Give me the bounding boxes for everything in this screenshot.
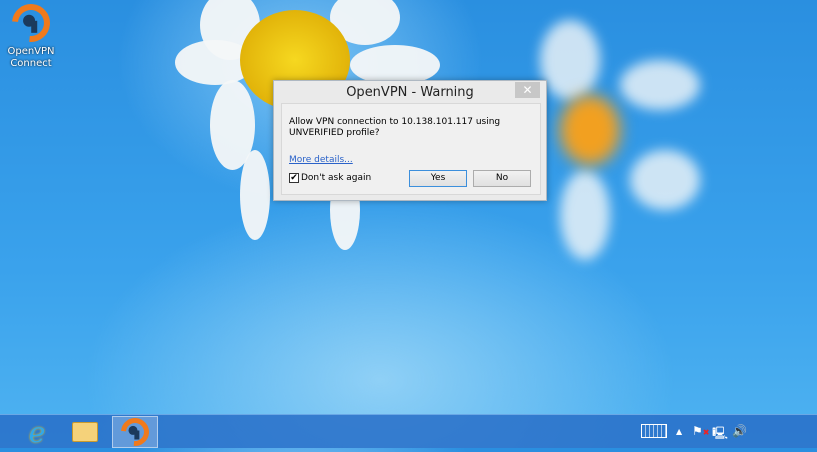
dialog-title: OpenVPN - Warning (346, 85, 474, 100)
taskbar-internet-explorer[interactable]: e (14, 415, 60, 449)
warning-dialog: OpenVPN - Warning ✕ Allow VPN connection… (273, 80, 547, 201)
yes-button[interactable]: Yes (409, 170, 467, 187)
taskbar-file-explorer[interactable] (62, 416, 108, 448)
taskbar: e ▲ ⚑✖ 🖳 🔊 (0, 412, 817, 452)
dialog-body: Allow VPN connection to 10.138.101.117 u… (281, 103, 541, 195)
folder-icon (72, 422, 98, 442)
openvpn-logo-icon (115, 412, 155, 452)
desktop-icon-openvpn-connect[interactable]: OpenVPN Connect (4, 0, 58, 70)
dont-ask-again-checkbox[interactable]: ✔ Don't ask again (289, 173, 371, 183)
action-center-flag-icon[interactable]: ⚑✖ (692, 424, 709, 438)
close-button[interactable]: ✕ (515, 82, 540, 98)
keyboard-icon[interactable] (641, 424, 667, 438)
checkbox-check-icon[interactable]: ✔ (289, 173, 299, 183)
desktop-icon-label: OpenVPN Connect (7, 46, 55, 69)
internet-explorer-icon: e (28, 415, 46, 449)
no-button[interactable]: No (473, 170, 531, 187)
more-details-link[interactable]: More details... (289, 155, 353, 165)
taskbar-openvpn-connect[interactable] (112, 412, 158, 452)
network-icon[interactable]: 🖳 (712, 424, 728, 445)
dialog-message: Allow VPN connection to 10.138.101.117 u… (289, 117, 501, 138)
openvpn-logo-icon (4, 0, 58, 50)
volume-icon[interactable]: 🔊 (732, 424, 747, 438)
show-hidden-icons-button[interactable]: ▲ (676, 427, 682, 436)
checkbox-label: Don't ask again (301, 173, 372, 183)
